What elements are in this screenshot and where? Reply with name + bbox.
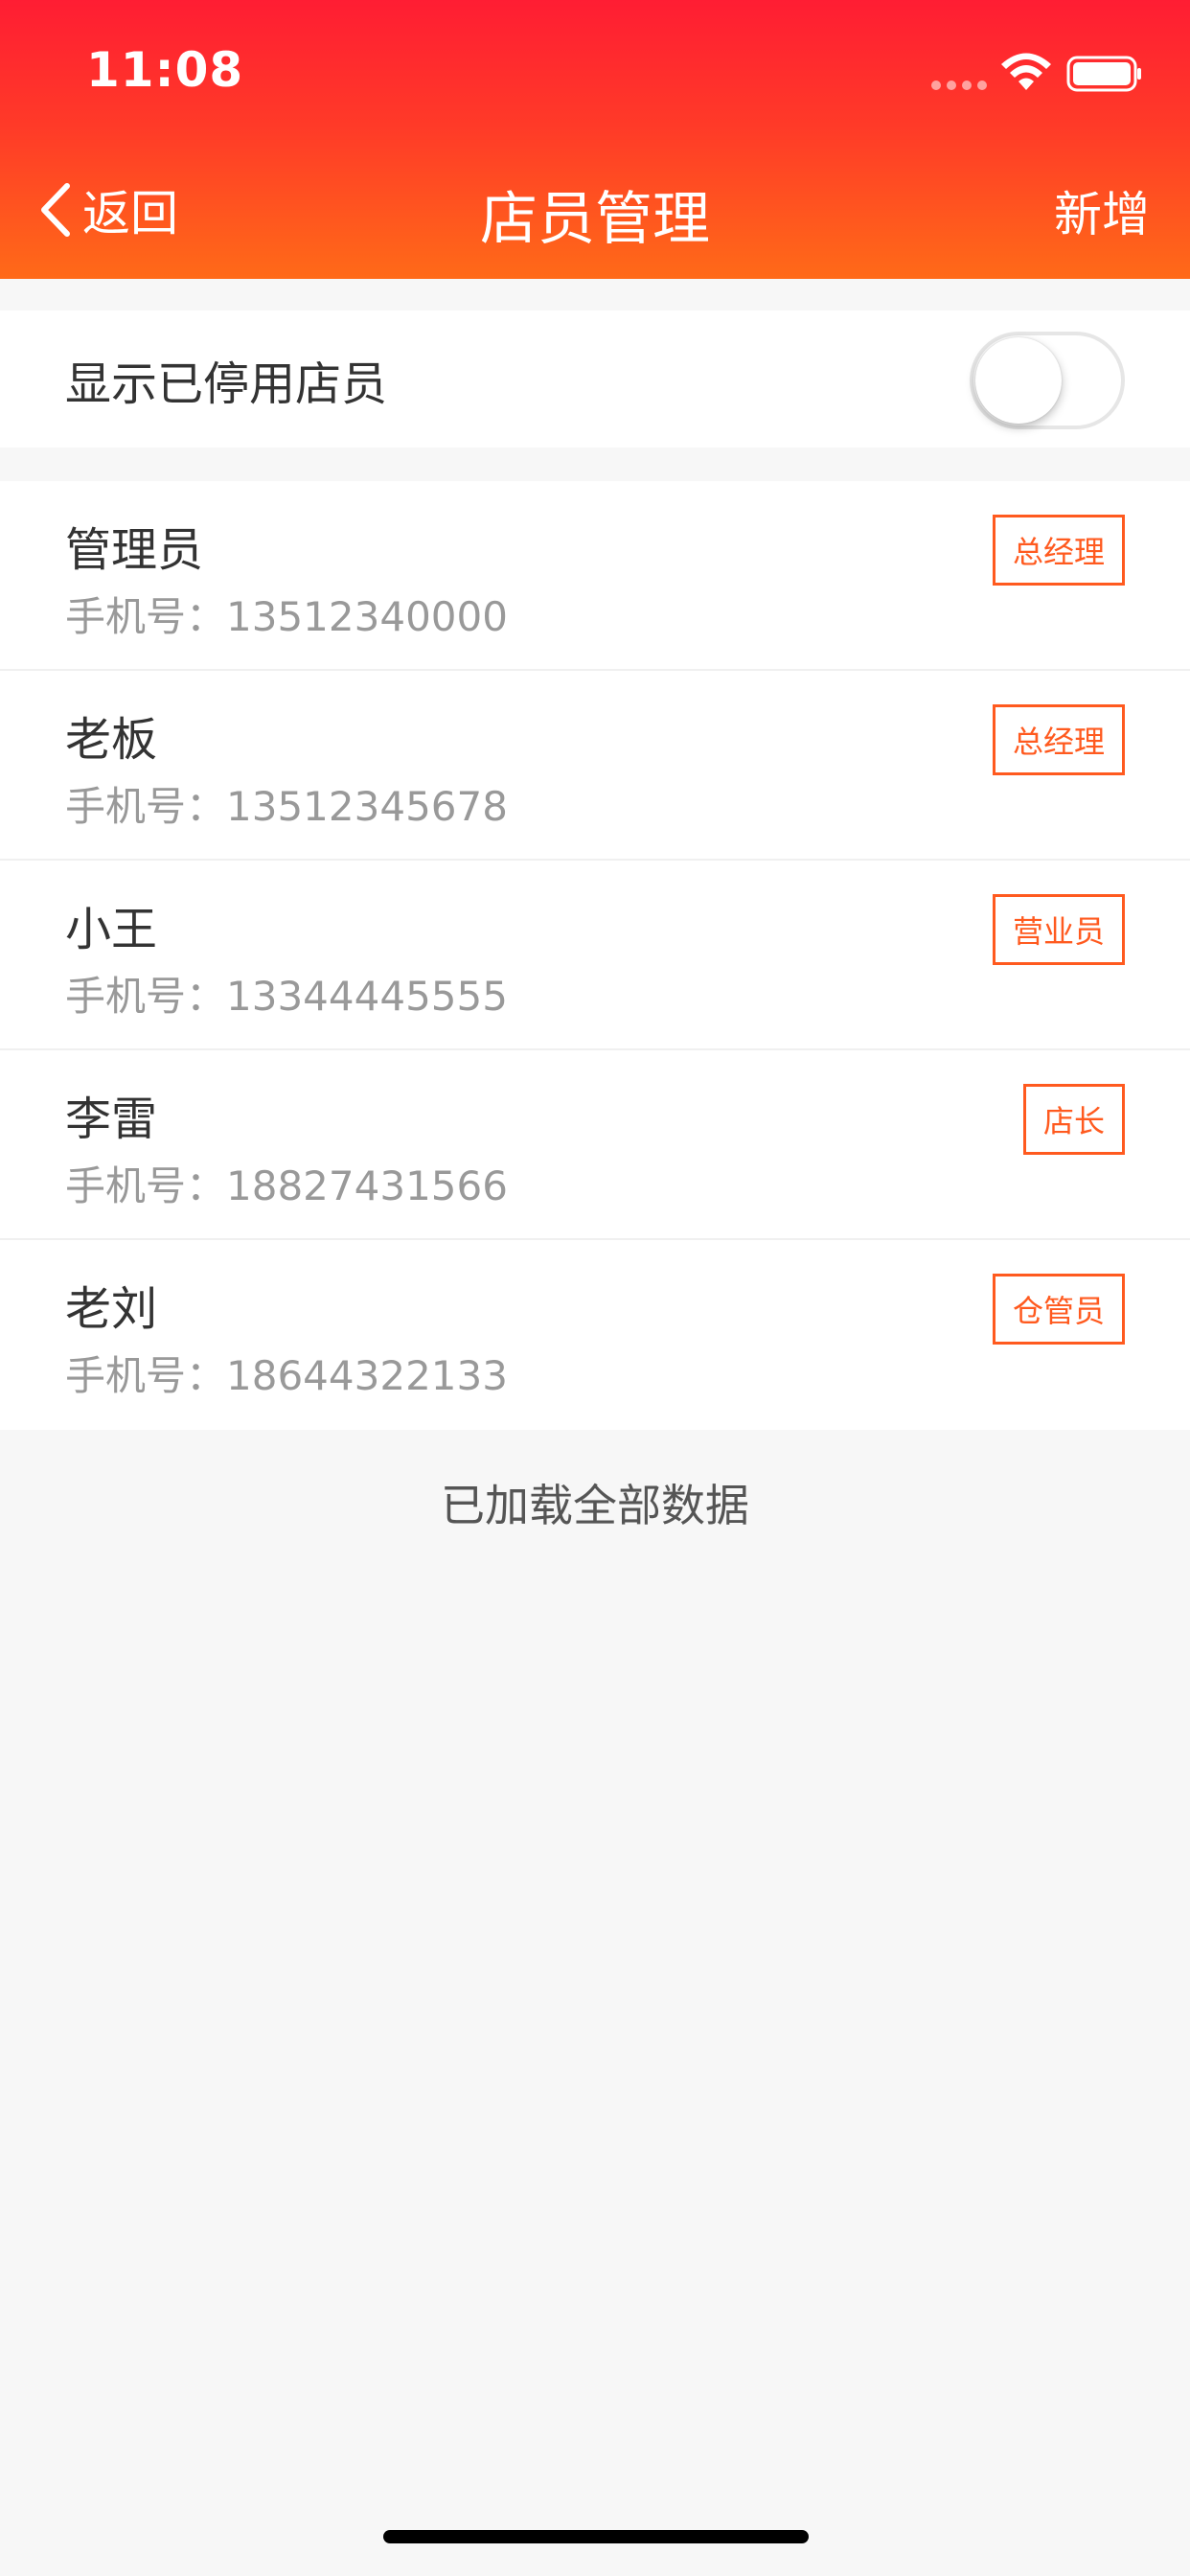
home-indicator[interactable] <box>383 2530 809 2543</box>
role-badge: 店长 <box>1022 1084 1125 1155</box>
staff-name: 小王 <box>65 903 158 956</box>
battery-icon <box>1066 56 1141 92</box>
staff-row[interactable]: 管理员 手机号：13512340000 总经理 <box>0 481 1190 671</box>
loaded-all-text: 已加载全部数据 <box>441 1480 749 1531</box>
role-badge: 总经理 <box>992 704 1125 775</box>
staff-name: 李雷 <box>65 1092 158 1146</box>
staff-name: 老板 <box>65 713 158 767</box>
staff-phone: 手机号：18827431566 <box>65 1162 508 1209</box>
staff-list: 管理员 手机号：13512340000 总经理 老板 手机号：135123456… <box>0 481 1190 1430</box>
staff-row[interactable]: 老板 手机号：13512345678 总经理 <box>0 671 1190 861</box>
staff-name: 管理员 <box>65 523 204 577</box>
role-badge: 仓管员 <box>992 1274 1125 1345</box>
staff-name: 老刘 <box>65 1282 158 1336</box>
wifi-icon <box>1001 53 1051 90</box>
signal-icon <box>931 80 987 90</box>
role-badge: 总经理 <box>992 515 1125 586</box>
staff-row[interactable]: 小王 手机号：13344445555 营业员 <box>0 861 1190 1050</box>
staff-phone: 手机号：13512345678 <box>65 783 508 830</box>
toggle-knob <box>975 337 1062 424</box>
staff-row[interactable]: 李雷 手机号：18827431566 店长 <box>0 1050 1190 1240</box>
staff-phone: 手机号：13512340000 <box>65 593 508 640</box>
staff-phone: 手机号：18644322133 <box>65 1352 508 1399</box>
staff-row[interactable]: 老刘 手机号：18644322133 仓管员 <box>0 1240 1190 1430</box>
staff-phone: 手机号：13344445555 <box>65 973 508 1020</box>
status-time: 11:08 <box>86 42 244 98</box>
show-disabled-row: 显示已停用店员 <box>0 310 1190 448</box>
header: 11:08 返回 店员管理 新增 <box>0 0 1190 279</box>
page-title: 店员管理 <box>480 186 710 253</box>
show-disabled-toggle[interactable] <box>970 332 1125 429</box>
show-disabled-label: 显示已停用店员 <box>65 356 388 411</box>
role-badge: 营业员 <box>992 894 1125 965</box>
add-button[interactable]: 新增 <box>1054 176 1150 245</box>
